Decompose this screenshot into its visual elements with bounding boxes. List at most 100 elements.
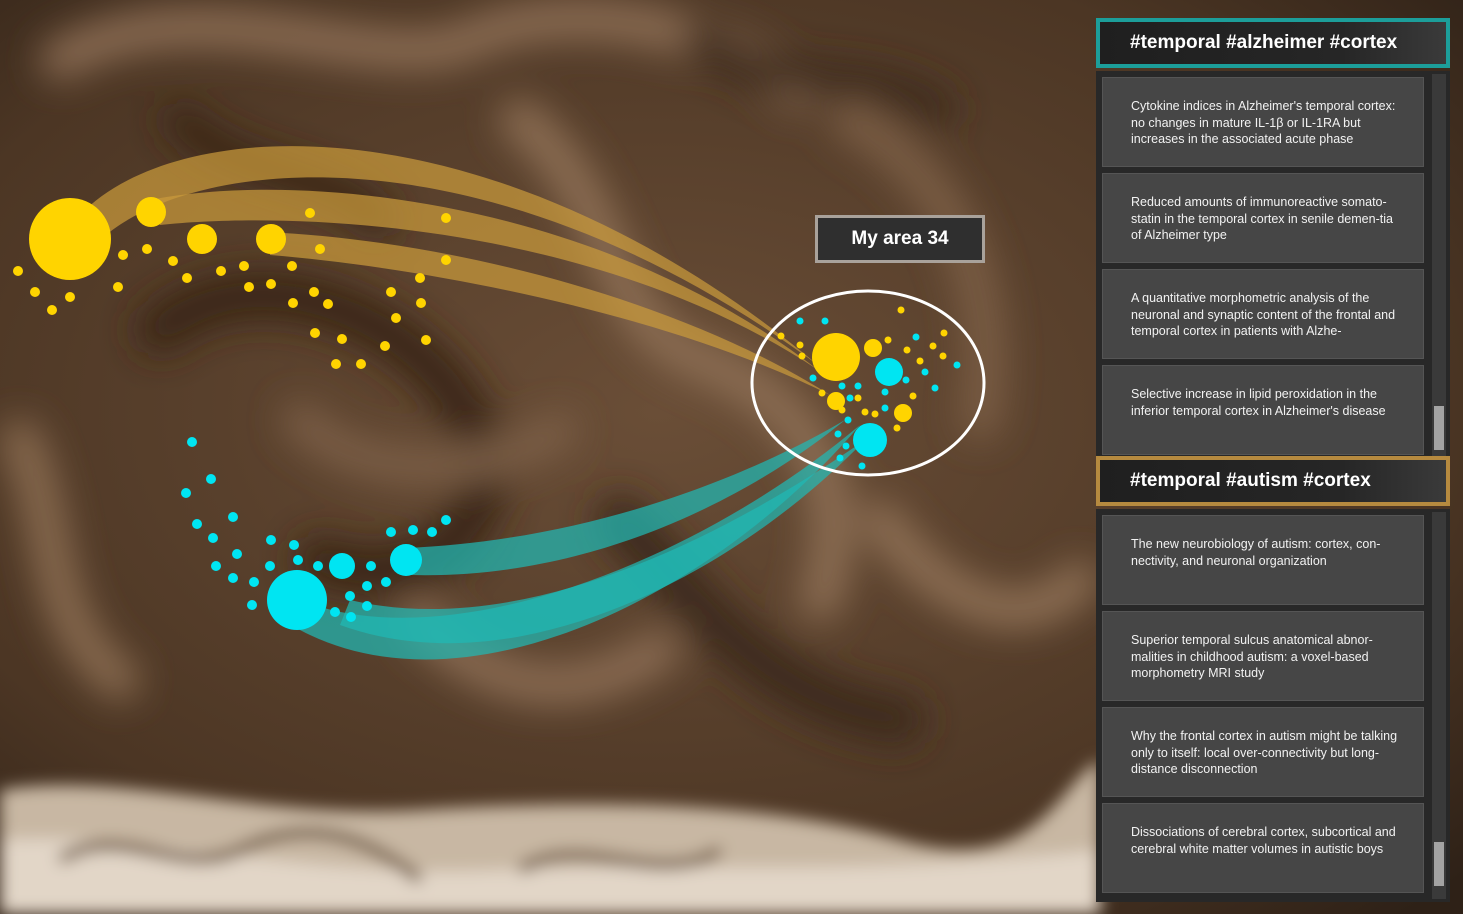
alzheimer-node bbox=[903, 346, 911, 354]
alzheimer-node bbox=[216, 266, 226, 276]
paper-item[interactable]: Superior temporal sulcus anatomical abno… bbox=[1102, 611, 1424, 701]
alzheimer-panel: #temporal #alzheimer #cortex Cytokine in… bbox=[1096, 18, 1450, 464]
autism-node bbox=[249, 577, 259, 587]
alzheimer-node[interactable] bbox=[812, 333, 860, 381]
autism-node bbox=[228, 573, 238, 583]
autism-node[interactable] bbox=[390, 544, 422, 576]
alzheimer-node bbox=[893, 424, 901, 432]
autism-node[interactable] bbox=[329, 553, 355, 579]
autism-panel: #temporal #autism #cortex The new neurob… bbox=[1096, 456, 1450, 902]
autism-node bbox=[346, 612, 356, 622]
autism-node bbox=[931, 384, 939, 392]
alzheimer-node[interactable] bbox=[29, 198, 111, 280]
scroll-thumb[interactable] bbox=[1434, 842, 1444, 886]
autism-node bbox=[362, 601, 372, 611]
autism-node bbox=[821, 317, 829, 325]
autism-node bbox=[208, 533, 218, 543]
alzheimer-node bbox=[239, 261, 249, 271]
paper-item[interactable]: A quantitative morphometric analysis of … bbox=[1102, 269, 1424, 359]
alzheimer-node bbox=[391, 313, 401, 323]
autism-node bbox=[247, 600, 257, 610]
alzheimer-node bbox=[838, 406, 846, 414]
alzheimer-node bbox=[13, 266, 23, 276]
alzheimer-node bbox=[356, 359, 366, 369]
alzheimer-node bbox=[441, 255, 451, 265]
autism-node bbox=[838, 382, 846, 390]
alzheimer-node bbox=[266, 279, 276, 289]
panel-header-alzheimer[interactable]: #temporal #alzheimer #cortex bbox=[1096, 18, 1450, 68]
alzheimer-node bbox=[798, 352, 806, 360]
alzheimer-node bbox=[310, 328, 320, 338]
autism-node bbox=[809, 374, 817, 382]
paper-item[interactable]: Dissociations of cerebral cortex, subcor… bbox=[1102, 803, 1424, 893]
autism-node bbox=[386, 527, 396, 537]
alzheimer-node bbox=[871, 410, 879, 418]
paper-item[interactable]: Why the frontal cortex in autism might b… bbox=[1102, 707, 1424, 797]
alzheimer-node bbox=[864, 339, 882, 357]
paper-item[interactable]: Reduced amounts of immunoreactive somato… bbox=[1102, 173, 1424, 263]
autism-node[interactable] bbox=[875, 358, 903, 386]
scroll-thumb[interactable] bbox=[1434, 406, 1444, 450]
alzheimer-node bbox=[331, 359, 341, 369]
autism-node[interactable] bbox=[267, 570, 327, 630]
alzheimer-node bbox=[884, 336, 892, 344]
alzheimer-node bbox=[777, 332, 785, 340]
paper-item[interactable]: Cytokine indices in Alzheimer's temporal… bbox=[1102, 77, 1424, 167]
autism-node bbox=[345, 591, 355, 601]
autism-node bbox=[192, 519, 202, 529]
autism-node bbox=[844, 416, 852, 424]
autism-node bbox=[836, 454, 844, 462]
alzheimer-node[interactable] bbox=[187, 224, 217, 254]
alzheimer-node bbox=[142, 244, 152, 254]
alzheimer-node bbox=[315, 244, 325, 254]
autism-node[interactable] bbox=[853, 423, 887, 457]
autism-node bbox=[228, 512, 238, 522]
paper-item[interactable]: The new neurobiology of autism: cortex, … bbox=[1102, 515, 1424, 605]
scrollbar[interactable] bbox=[1432, 512, 1446, 899]
alzheimer-node bbox=[65, 292, 75, 302]
autism-node bbox=[902, 376, 910, 384]
alzheimer-node bbox=[416, 298, 426, 308]
autism-node bbox=[187, 437, 197, 447]
paper-item[interactable]: Selective increase in lipid peroxidation… bbox=[1102, 365, 1424, 455]
autism-node bbox=[362, 581, 372, 591]
alzheimer-node bbox=[818, 389, 826, 397]
autism-node bbox=[796, 317, 804, 325]
autism-node bbox=[232, 549, 242, 559]
autism-node bbox=[842, 442, 850, 450]
alzheimer-node bbox=[309, 287, 319, 297]
area-label[interactable]: My area 34 bbox=[815, 215, 985, 263]
alzheimer-node bbox=[441, 213, 451, 223]
alzheimer-node bbox=[323, 299, 333, 309]
alzheimer-node bbox=[168, 256, 178, 266]
alzheimer-node bbox=[916, 357, 924, 365]
autism-node bbox=[289, 540, 299, 550]
autism-node bbox=[953, 361, 961, 369]
autism-node bbox=[313, 561, 323, 571]
alzheimer-node[interactable] bbox=[256, 224, 286, 254]
alzheimer-node bbox=[113, 282, 123, 292]
scrollbar[interactable] bbox=[1432, 74, 1446, 461]
alzheimer-node bbox=[47, 305, 57, 315]
autism-node bbox=[293, 555, 303, 565]
alzheimer-node bbox=[380, 341, 390, 351]
alzheimer-node bbox=[386, 287, 396, 297]
alzheimer-node bbox=[861, 408, 869, 416]
paper-list-autism: The new neurobiology of autism: cortex, … bbox=[1096, 509, 1450, 902]
autism-node bbox=[211, 561, 221, 571]
alzheimer-node bbox=[30, 287, 40, 297]
autism-node bbox=[846, 394, 854, 402]
connection-streams bbox=[80, 146, 865, 660]
alzheimer-node[interactable] bbox=[136, 197, 166, 227]
alzheimer-node bbox=[287, 261, 297, 271]
alzheimer-node bbox=[939, 352, 947, 360]
alzheimer-node bbox=[288, 298, 298, 308]
autism-node bbox=[921, 368, 929, 376]
autism-node bbox=[366, 561, 376, 571]
panel-header-autism[interactable]: #temporal #autism #cortex bbox=[1096, 456, 1450, 506]
alzheimer-node bbox=[940, 329, 948, 337]
autism-node bbox=[858, 462, 866, 470]
autism-node bbox=[912, 333, 920, 341]
autism-node bbox=[206, 474, 216, 484]
alzheimer-node bbox=[909, 392, 917, 400]
